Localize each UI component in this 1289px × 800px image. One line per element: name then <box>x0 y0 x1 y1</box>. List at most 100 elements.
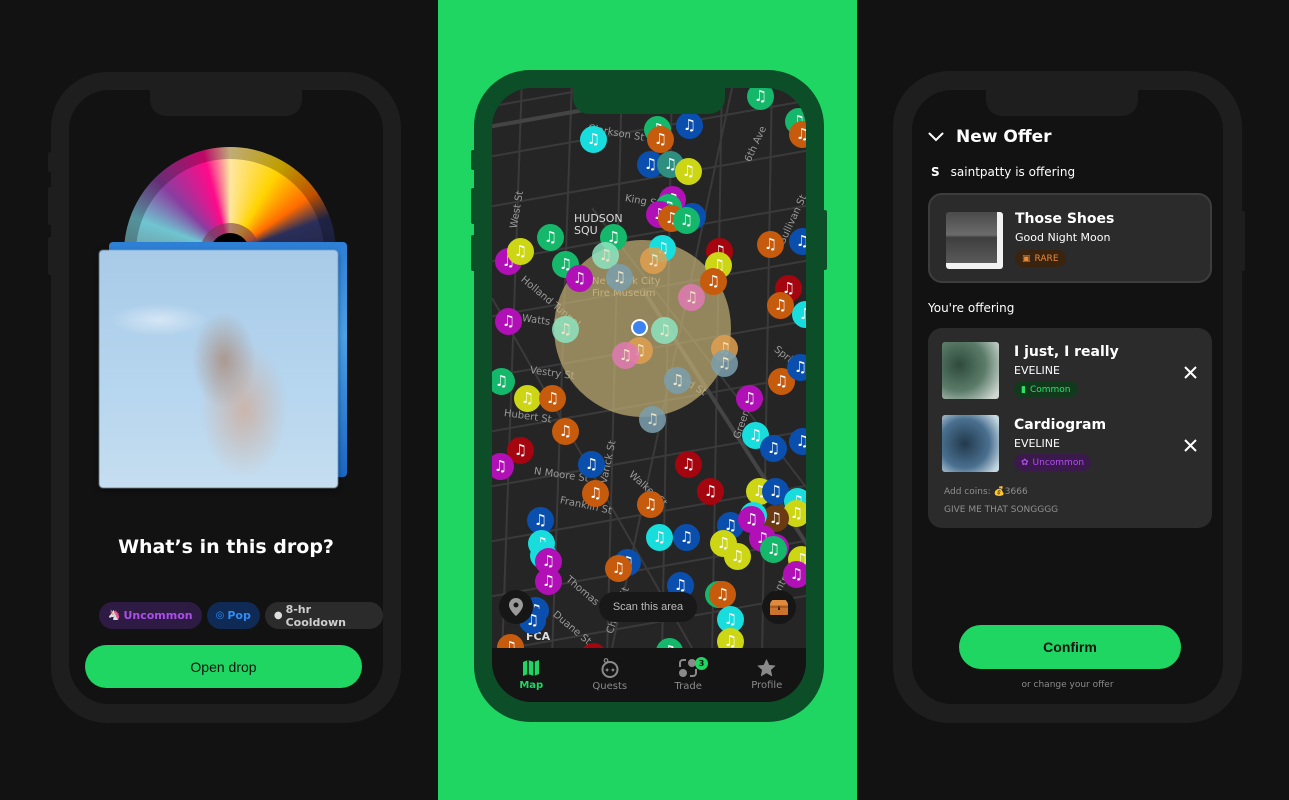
map-view[interactable]: Clarkson St King St West St 6th Ave Sull… <box>492 88 806 648</box>
music-note-icon: ♫ <box>652 528 667 546</box>
song-pin[interactable]: ♫ <box>514 385 541 412</box>
rarity-label: Common <box>1029 384 1071 395</box>
music-note-icon: ♫ <box>766 540 781 558</box>
music-note-icon: ♫ <box>684 288 699 306</box>
song-pin[interactable]: ♫ <box>651 317 678 344</box>
phone-side-button <box>471 235 475 271</box>
song-pin[interactable]: ♫ <box>552 418 579 445</box>
tab-label: Trade <box>674 681 702 692</box>
drop-title: What’s in this drop? <box>118 536 334 558</box>
remove-item-button[interactable] <box>1180 362 1200 382</box>
song-pin[interactable]: ♫ <box>673 524 700 551</box>
music-note-icon: ♫ <box>612 268 627 286</box>
song-pin[interactable]: ♫ <box>537 224 564 251</box>
tab-profile[interactable]: Profile <box>728 648 807 702</box>
their-offer-card[interactable]: Those Shoes Good Night Moon ▣ RARE <box>928 193 1212 283</box>
song-pin[interactable]: ♫ <box>646 524 673 551</box>
song-title: I just, I really <box>1014 344 1119 360</box>
music-note-icon: ♫ <box>681 162 696 180</box>
music-note-icon: ♫ <box>503 638 518 649</box>
song-pin[interactable]: ♫ <box>495 308 522 335</box>
song-pin[interactable]: ♫ <box>582 480 609 507</box>
rarity-badge: ✿ Uncommon <box>1014 454 1092 471</box>
tab-map[interactable]: Map <box>492 648 571 702</box>
music-note-icon: ♫ <box>513 441 528 459</box>
rarity-badge: ▮ Common <box>1014 381 1078 398</box>
song-pin[interactable]: ♫ <box>535 568 562 595</box>
music-note-icon: ♫ <box>753 88 768 105</box>
song-pin[interactable]: ♫ <box>757 231 784 258</box>
song-pin[interactable]: ♫ <box>673 207 700 234</box>
music-note-icon: ♫ <box>618 346 633 364</box>
scan-area-button[interactable]: Scan this area <box>599 592 697 622</box>
song-pin[interactable]: ♫ <box>736 385 763 412</box>
song-pin[interactable]: ♫ <box>675 451 702 478</box>
blurred-album-cover[interactable] <box>99 250 338 488</box>
phone-side-button <box>48 237 52 275</box>
song-pin[interactable]: ♫ <box>783 561 806 588</box>
treasure-chest-button[interactable] <box>762 590 796 624</box>
confirm-button[interactable]: Confirm <box>959 625 1181 669</box>
music-note-icon: ♫ <box>730 547 745 565</box>
song-pin[interactable]: ♫ <box>552 316 579 343</box>
music-note-icon: ♫ <box>766 439 781 457</box>
song-pin[interactable]: ♫ <box>724 543 751 570</box>
user-location-dot <box>631 319 648 336</box>
tab-quests[interactable]: ✦✦ Quests <box>571 648 650 702</box>
tab-trade[interactable]: Trade 3 <box>649 648 728 702</box>
drop-tags: 🦄 Uncommon ◎ Pop ● 8-hr Cooldown <box>99 602 383 629</box>
song-pin[interactable]: ♫ <box>539 385 566 412</box>
music-note-icon: ♫ <box>715 585 730 603</box>
tab-label: Map <box>519 680 544 691</box>
change-offer-link[interactable]: or change your offer <box>912 680 1223 690</box>
song-pin[interactable]: ♫ <box>700 268 727 295</box>
song-pin[interactable]: ♫ <box>675 158 702 185</box>
song-pin[interactable]: ♫ <box>580 126 607 153</box>
music-note-icon: ♫ <box>494 372 509 390</box>
chevron-down-icon[interactable] <box>928 132 944 142</box>
offer-message[interactable]: GIVE ME THAT SONGGGG <box>944 505 1058 515</box>
tag-label: Pop <box>227 609 251 622</box>
song-pin[interactable]: ♫ <box>578 451 605 478</box>
location-pin-icon <box>509 598 523 616</box>
song-pin[interactable]: ♫ <box>711 350 738 377</box>
location-button[interactable] <box>499 590 533 624</box>
phone-drop-screen: What’s in this drop? 🦄 Uncommon ◎ Pop ● … <box>48 72 401 723</box>
song-pin[interactable]: ♫ <box>717 628 744 648</box>
song-pin[interactable]: ♫ <box>767 292 794 319</box>
music-note-icon: ♫ <box>774 372 789 390</box>
song-pin[interactable]: ♫ <box>697 478 724 505</box>
song-pin[interactable]: ♫ <box>676 112 703 139</box>
music-note-icon: ♫ <box>768 509 783 527</box>
song-pin[interactable]: ♫ <box>664 367 691 394</box>
music-note-icon: ♫ <box>742 389 757 407</box>
remove-item-button[interactable] <box>1180 435 1200 455</box>
song-pin[interactable]: ♫ <box>639 406 666 433</box>
song-pin[interactable]: ♫ <box>640 247 667 274</box>
app-showcase: What’s in this drop? 🦄 Uncommon ◎ Pop ● … <box>0 0 1289 800</box>
song-pin[interactable]: ♫ <box>760 536 787 563</box>
music-note-icon: ♫ <box>679 528 694 546</box>
song-pin[interactable]: ♫ <box>647 126 674 153</box>
phone-side-button <box>471 150 475 170</box>
song-artist: EVELINE <box>1014 364 1060 377</box>
song-pin[interactable]: ♫ <box>605 555 632 582</box>
money-bag-icon: 💰 <box>993 487 1005 497</box>
open-drop-button[interactable]: Open drop <box>85 645 362 688</box>
add-coins-row[interactable]: Add coins: 💰3666 <box>944 487 1028 497</box>
music-note-icon: ♫ <box>501 312 516 330</box>
music-note-icon: ♫ <box>586 130 601 148</box>
music-note-icon: ♫ <box>643 155 658 173</box>
song-pin[interactable]: ♫ <box>760 435 787 462</box>
song-pin[interactable]: ♫ <box>637 491 664 518</box>
page-title: New Offer <box>956 127 1052 147</box>
common-gem-icon: ▮ <box>1021 384 1026 395</box>
album-art <box>942 342 999 399</box>
song-pin[interactable]: ♫ <box>709 581 736 608</box>
song-artist: Good Night Moon <box>1015 231 1111 244</box>
song-pin[interactable]: ♫ <box>606 264 633 291</box>
bottom-tab-bar: Map ✦✦ Quests Trade 3 Profile <box>492 648 806 702</box>
song-pin[interactable]: ♫ <box>612 342 639 369</box>
song-pin[interactable]: ♫ <box>566 265 593 292</box>
song-pin[interactable]: ♫ <box>507 238 534 265</box>
